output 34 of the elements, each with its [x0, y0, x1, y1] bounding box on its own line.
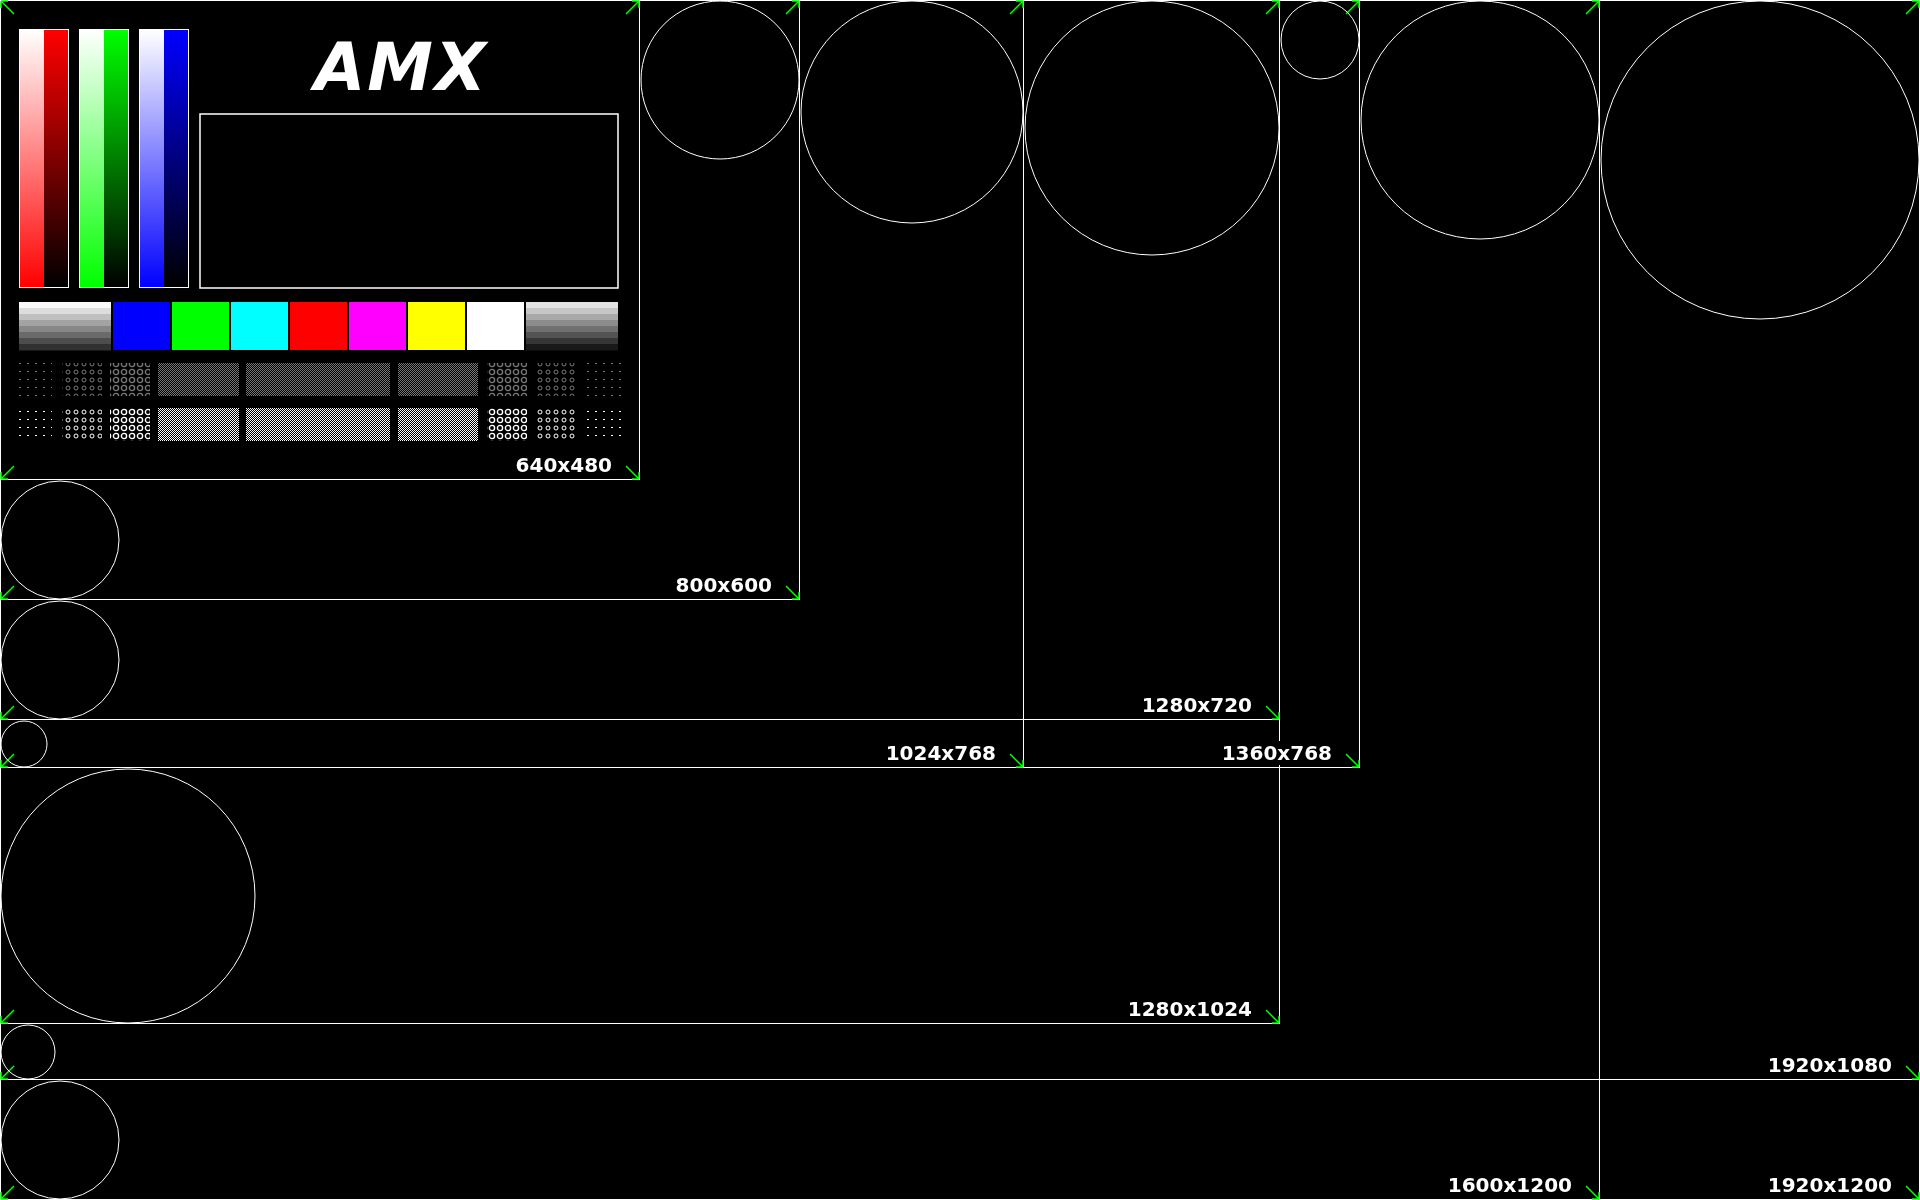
corner-marker-icon	[0, 753, 15, 768]
corner-marker-icon	[1345, 0, 1360, 15]
corner-marker-icon	[0, 1185, 15, 1200]
corner-marker-icon	[785, 585, 800, 600]
dot-pattern-drawing	[110, 408, 150, 441]
dot-pattern-drawing	[487, 363, 527, 396]
corner-marker-icon	[1905, 1185, 1920, 1200]
logo: AMX	[276, 30, 526, 106]
corner-marker-icon	[1585, 1185, 1600, 1200]
dot-pattern-drawing	[487, 408, 527, 441]
dot-pattern-drawing	[62, 408, 102, 441]
corner-marker-icon	[785, 0, 800, 15]
corner-marker-icon	[1009, 753, 1024, 768]
dot-pattern-drawing	[535, 408, 575, 441]
corner-marker-icon	[0, 465, 15, 480]
corner-marker-icon	[625, 465, 640, 480]
corner-marker-icon	[0, 0, 15, 15]
corner-marker-icon	[0, 1009, 15, 1024]
corner-marker-icon	[1345, 753, 1360, 768]
corner-marker-icon	[0, 585, 15, 600]
corner-marker-icon	[1009, 0, 1024, 15]
corner-marker-icon	[625, 0, 640, 15]
dot-pattern-drawing	[110, 363, 150, 396]
corner-marker-icon	[1265, 0, 1280, 15]
corner-marker-icon	[1905, 0, 1920, 15]
corner-marker-icon	[1265, 1009, 1280, 1024]
dot-pattern-drawing	[535, 363, 575, 396]
corner-marker-icon	[1585, 0, 1600, 15]
corner-marker-icon	[0, 705, 15, 720]
dot-pattern-drawing	[62, 363, 102, 396]
corner-marker-icon	[0, 1065, 15, 1080]
corner-marker-icon	[1905, 1065, 1920, 1080]
corner-marker-icon	[1265, 705, 1280, 720]
resolution-label: 1360x768	[1221, 741, 1332, 765]
